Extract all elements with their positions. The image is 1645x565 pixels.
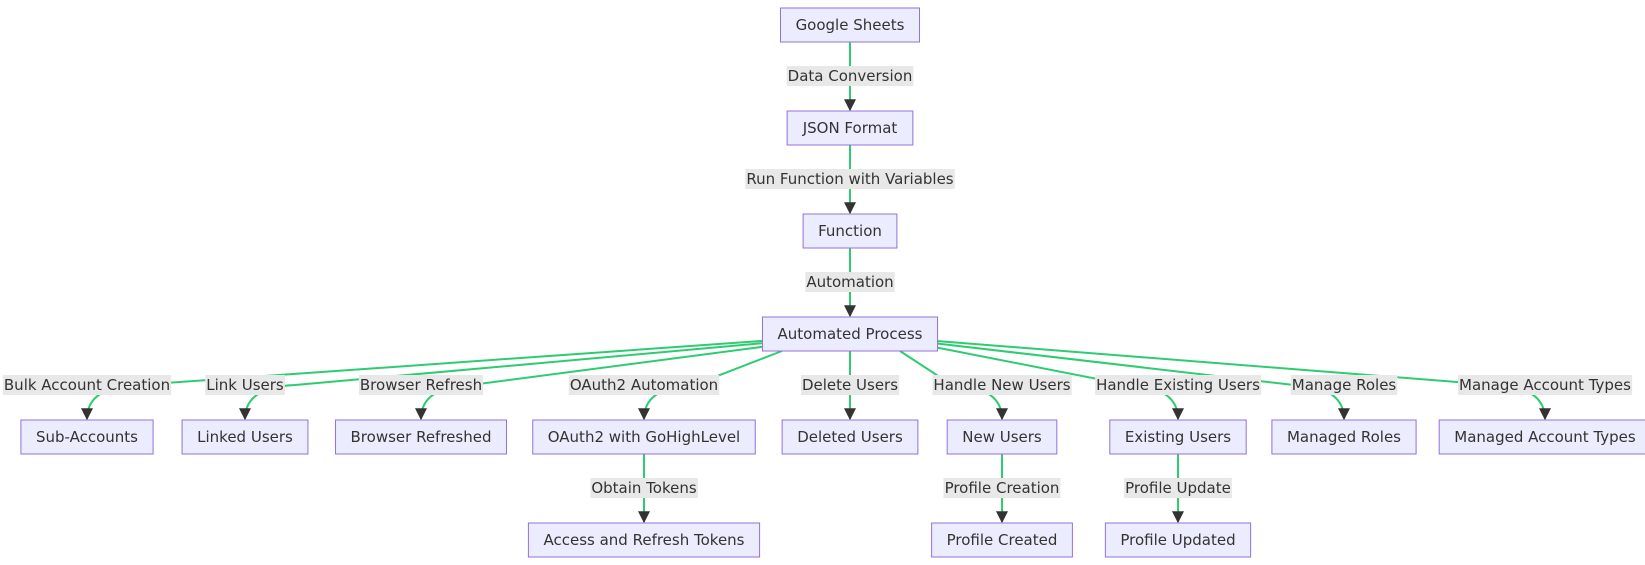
- node-browser-refreshed: Browser Refreshed: [335, 419, 507, 455]
- edge-label-text: Manage Roles: [1292, 376, 1397, 394]
- node-access-and-refresh-tokens: Access and Refresh Tokens: [527, 522, 761, 558]
- node-automated-process: Automated Process: [761, 316, 939, 352]
- node-label: Profile Created: [947, 531, 1058, 549]
- node-label: Linked Users: [197, 428, 293, 446]
- edge-label-run-function-with-variables: Run Function with Variables: [745, 169, 955, 189]
- edge-label-handle-existing-users: Handle Existing Users: [1095, 375, 1262, 395]
- node-linked-users: Linked Users: [181, 419, 309, 455]
- node-json-format: JSON Format: [786, 110, 914, 146]
- edge-label-text: Manage Account Types: [1459, 376, 1631, 394]
- edge-label-oauth2-automation: OAuth2 Automation: [568, 375, 720, 395]
- node-function: Function: [802, 213, 898, 249]
- node-label: Managed Roles: [1287, 428, 1401, 446]
- node-managed-account-types: Managed Account Types: [1438, 419, 1645, 455]
- node-managed-roles: Managed Roles: [1271, 419, 1417, 455]
- node-label: Function: [818, 222, 882, 240]
- node-profile-updated: Profile Updated: [1104, 522, 1252, 558]
- edge-label-text: OAuth2 Automation: [570, 376, 718, 394]
- edge-label-text: Handle New Users: [933, 376, 1070, 394]
- node-label: JSON Format: [802, 119, 898, 137]
- node-profile-created: Profile Created: [931, 522, 1073, 558]
- edge-label-text: Data Conversion: [788, 67, 913, 85]
- node-label: Managed Account Types: [1454, 428, 1636, 446]
- edge-label-data-conversion: Data Conversion: [786, 66, 914, 86]
- edge-label-text: Automation: [806, 273, 893, 291]
- node-oauth2-with-gohighlevel: OAuth2 with GoHighLevel: [532, 419, 756, 455]
- edge-label-text: Run Function with Variables: [746, 170, 953, 188]
- edge-label-text: Link Users: [206, 376, 284, 394]
- node-label: OAuth2 with GoHighLevel: [548, 428, 740, 446]
- node-google-sheets: Google Sheets: [779, 7, 921, 43]
- edge-label-text: Browser Refresh: [360, 376, 482, 394]
- edge-label-browser-refresh: Browser Refresh: [358, 375, 484, 395]
- edge-label-manage-account-types: Manage Account Types: [1458, 375, 1633, 395]
- edge-label-text: Handle Existing Users: [1096, 376, 1260, 394]
- node-existing-users: Existing Users: [1109, 419, 1247, 455]
- node-label: Automated Process: [778, 325, 923, 343]
- edge-label-text: Profile Update: [1125, 479, 1231, 497]
- edge-label-delete-users: Delete Users: [800, 375, 900, 395]
- edge-label-text: Profile Creation: [945, 479, 1060, 497]
- node-label: Browser Refreshed: [351, 428, 492, 446]
- node-label: Deleted Users: [797, 428, 903, 446]
- edge-label-obtain-tokens: Obtain Tokens: [590, 478, 698, 498]
- edge-label-handle-new-users: Handle New Users: [932, 375, 1072, 395]
- node-sub-accounts: Sub-Accounts: [20, 419, 154, 455]
- node-new-users: New Users: [946, 419, 1058, 455]
- node-deleted-users: Deleted Users: [781, 419, 919, 455]
- node-label: Sub-Accounts: [36, 428, 138, 446]
- node-label: New Users: [962, 428, 1042, 446]
- edge-label-text: Delete Users: [802, 376, 898, 394]
- node-label: Profile Updated: [1120, 531, 1235, 549]
- edge-label-manage-roles: Manage Roles: [1290, 375, 1398, 395]
- edge-label-automation: Automation: [805, 272, 895, 292]
- edge-label-profile-creation: Profile Creation: [943, 478, 1061, 498]
- edge-label-profile-update: Profile Update: [1124, 478, 1232, 498]
- edge-label-bulk-account-creation: Bulk Account Creation: [2, 375, 172, 395]
- flowchart-diagram: Data Conversion Run Function with Variabl…: [2, 7, 1645, 558]
- edge-label-link-users: Link Users: [205, 375, 285, 395]
- node-label: Access and Refresh Tokens: [543, 531, 744, 549]
- edge-label-text: Bulk Account Creation: [4, 376, 170, 394]
- edge-label-text: Obtain Tokens: [591, 479, 697, 497]
- node-label: Existing Users: [1125, 428, 1231, 446]
- node-label: Google Sheets: [796, 16, 905, 34]
